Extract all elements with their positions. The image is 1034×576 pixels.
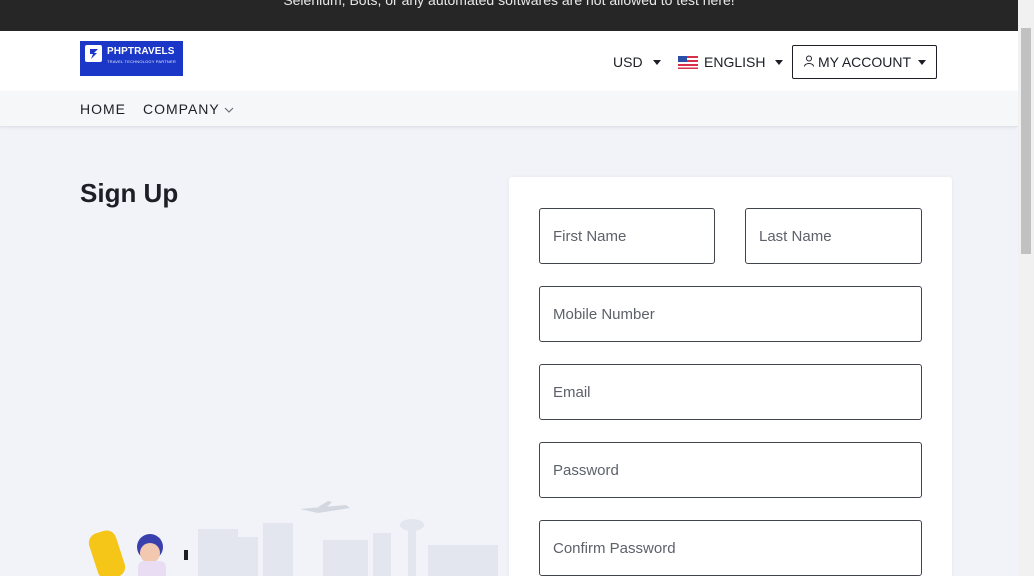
logo-mark-icon <box>85 45 102 62</box>
chevron-down-icon <box>918 59 927 65</box>
chevron-down-icon <box>224 101 234 117</box>
mobile-number-field[interactable] <box>539 286 922 342</box>
chevron-down-icon <box>775 59 784 65</box>
currency-label: USD <box>613 54 643 70</box>
nav-item-company[interactable]: COMPANY <box>143 101 234 117</box>
main-nav: HOME COMPANY <box>0 91 1018 127</box>
my-account-button[interactable]: MY ACCOUNT <box>792 45 937 79</box>
page: Selenium, Bots, or any automated softwar… <box>0 0 1034 576</box>
user-icon <box>803 54 815 70</box>
language-dropdown[interactable]: ENGLISH <box>678 54 784 70</box>
password-field[interactable] <box>539 442 922 498</box>
currency-dropdown[interactable]: USD <box>613 54 661 70</box>
first-name-field[interactable] <box>539 208 715 264</box>
us-flag-icon <box>678 55 698 69</box>
email-field[interactable] <box>539 364 922 420</box>
logo-name: PHPTRAVELS <box>107 46 175 57</box>
chevron-down-icon <box>652 59 661 65</box>
page-title: Sign Up <box>80 178 179 208</box>
scrollbar-thumb[interactable] <box>1021 28 1031 254</box>
nav-item-label: HOME <box>80 101 126 117</box>
notice-bar: Selenium, Bots, or any automated softwar… <box>0 0 1018 31</box>
nav-item-label: COMPANY <box>143 101 220 117</box>
language-label: ENGLISH <box>704 54 766 70</box>
logo-tagline: TRAVEL TECHNOLOGY PARTNER <box>107 59 176 64</box>
notice-text: Selenium, Bots, or any automated softwar… <box>283 0 735 8</box>
confirm-password-field[interactable] <box>539 520 922 576</box>
last-name-field[interactable] <box>745 208 922 264</box>
logo[interactable]: PHPTRAVELS TRAVEL TECHNOLOGY PARTNER <box>80 41 183 76</box>
nav-item-home[interactable]: HOME <box>80 101 126 117</box>
vertical-scrollbar[interactable] <box>1018 0 1034 576</box>
my-account-label: MY ACCOUNT <box>817 54 912 70</box>
travel-illustration <box>88 501 498 576</box>
header: PHPTRAVELS TRAVEL TECHNOLOGY PARTNER USD… <box>0 31 1018 91</box>
signup-form-card <box>509 177 952 576</box>
